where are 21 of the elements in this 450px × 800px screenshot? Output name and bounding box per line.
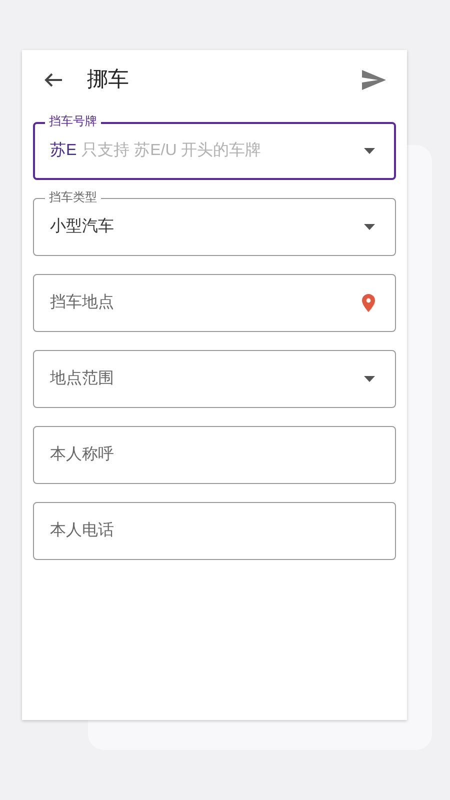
field-label: 挡车号牌 <box>45 114 101 129</box>
send-icon <box>362 70 386 90</box>
input-field[interactable]: 本人称呼 <box>33 426 396 484</box>
plate-prefix: 苏E <box>50 140 77 161</box>
input-field[interactable]: 本人电话 <box>33 502 396 560</box>
dropdown-caret-icon <box>364 376 375 382</box>
dropdown-caret-icon <box>364 224 375 230</box>
field-placeholder: 只支持 苏E/U 开头的车牌 <box>82 140 262 161</box>
field-placeholder: 本人电话 <box>50 520 114 541</box>
field-placeholder: 挡车地点 <box>50 292 114 313</box>
dropdown-caret-icon <box>364 148 375 154</box>
field-label: 挡车类型 <box>45 190 101 205</box>
field-placeholder: 本人称呼 <box>50 444 114 465</box>
page-title: 挪车 <box>87 67 129 94</box>
back-arrow-icon <box>43 72 63 88</box>
field-value: 小型汽车 <box>50 216 114 237</box>
location-pin-icon <box>362 294 375 312</box>
field-placeholder: 地点范围 <box>50 368 114 389</box>
input-field[interactable]: 地点范围 <box>33 350 396 408</box>
input-field[interactable]: 挡车地点 <box>33 274 396 332</box>
send-button[interactable] <box>361 68 387 92</box>
